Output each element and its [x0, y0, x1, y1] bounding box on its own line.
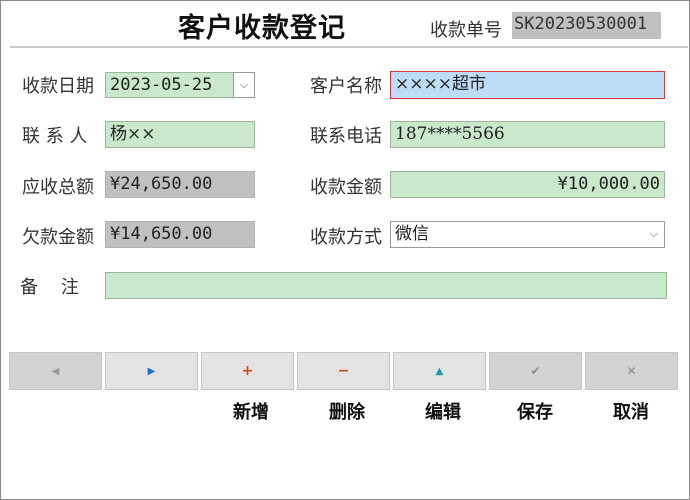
method-select[interactable]: 微信 ⌵ — [390, 221, 665, 248]
triangle-left-icon: ◀ — [51, 365, 60, 377]
receivable-field: ¥24,650.00 — [105, 171, 255, 198]
new-caption: 新增 — [233, 402, 269, 423]
owed-label: 欠款金额 — [22, 227, 94, 248]
save-caption: 保存 — [517, 402, 553, 423]
date-field[interactable]: 2023-05-25 — [105, 72, 234, 98]
x-icon: ✕ — [626, 364, 637, 378]
next-record-button[interactable]: ▶ — [105, 352, 198, 390]
add-button[interactable]: + — [201, 352, 294, 390]
date-dropdown-button[interactable]: ⌵ — [233, 72, 255, 98]
check-icon: ✔ — [530, 364, 541, 378]
received-amount-field[interactable]: ¥10,000.00 — [390, 171, 665, 198]
delete-button[interactable]: − — [297, 352, 390, 390]
cancel-caption: 取消 — [613, 402, 649, 423]
receivable-label: 应收总额 — [22, 177, 94, 198]
owed-field: ¥14,650.00 — [105, 221, 255, 248]
delete-caption: 删除 — [329, 402, 365, 423]
triangle-right-icon: ▶ — [147, 365, 156, 377]
contact-field[interactable]: 杨×× — [105, 121, 255, 148]
save-button[interactable]: ✔ — [489, 352, 582, 390]
remark-label: 备 注 — [20, 277, 79, 298]
plus-icon: + — [241, 363, 254, 379]
page-title: 客户收款登记 — [178, 13, 346, 44]
date-label: 收款日期 — [22, 76, 94, 97]
remark-field[interactable] — [105, 272, 667, 299]
order-no-label: 收款单号 — [430, 20, 502, 41]
phone-label: 联系电话 — [310, 126, 382, 147]
header-divider — [10, 46, 688, 48]
customer-label: 客户名称 — [310, 76, 382, 97]
cancel-button[interactable]: ✕ — [585, 352, 678, 390]
customer-field[interactable]: ××××超市 — [390, 71, 665, 99]
chevron-down-icon: ⌵ — [649, 227, 658, 240]
prev-record-button[interactable]: ◀ — [9, 352, 102, 390]
chevron-down-icon: ⌵ — [239, 78, 249, 91]
method-value: 微信 — [395, 224, 429, 244]
edit-button[interactable]: ▲ — [393, 352, 486, 390]
edit-caption: 编辑 — [425, 402, 461, 423]
minus-icon: − — [337, 363, 350, 379]
received-label: 收款金额 — [310, 177, 382, 198]
order-no-value: SK20230530001 — [512, 12, 661, 39]
contact-label: 联 系 人 — [22, 126, 88, 147]
triangle-up-icon: ▲ — [435, 365, 444, 377]
method-label: 收款方式 — [310, 227, 382, 248]
phone-field[interactable]: 187****5566 — [390, 121, 665, 148]
